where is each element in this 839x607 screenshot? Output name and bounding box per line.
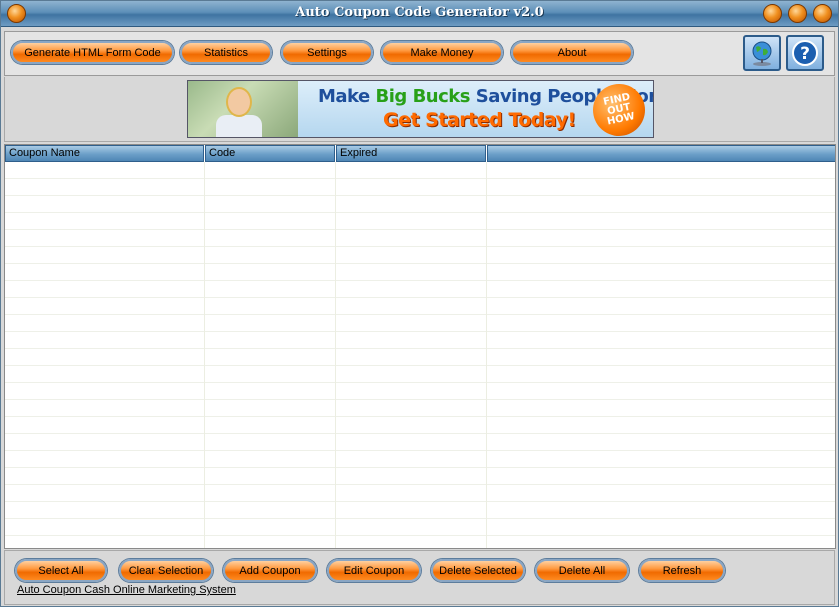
table-row[interactable] (5, 417, 835, 434)
table-header: Coupon Name Code Expired (5, 145, 835, 162)
top-toolbar: Generate HTML Form Code Statistics Setti… (4, 31, 835, 76)
help-icon: ? (792, 40, 818, 66)
column-header-coupon-name[interactable]: Coupon Name (5, 145, 204, 162)
help-button[interactable]: ? (786, 35, 824, 71)
table-row[interactable] (5, 400, 835, 417)
table-row[interactable] (5, 196, 835, 213)
globe-icon (752, 41, 772, 66)
minimize-icon[interactable] (763, 4, 782, 23)
banner-subline: Get Started Today! (383, 109, 576, 131)
table-row[interactable] (5, 349, 835, 366)
table-row[interactable] (5, 366, 835, 383)
table-row[interactable] (5, 281, 835, 298)
title-bar[interactable]: Auto Coupon Code Generator v2.0 (1, 1, 838, 27)
edit-coupon-button[interactable]: Edit Coupon (327, 559, 421, 582)
table-row[interactable] (5, 434, 835, 451)
action-bar: Select All Clear Selection Add Coupon Ed… (4, 550, 835, 605)
table-row[interactable] (5, 485, 835, 502)
window-title: Auto Coupon Code Generator v2.0 (295, 5, 544, 20)
coupon-table[interactable]: Coupon Name Code Expired (4, 144, 836, 549)
table-row[interactable] (5, 536, 835, 548)
column-header-blank[interactable] (487, 145, 835, 162)
table-row[interactable] (5, 332, 835, 349)
website-button[interactable] (743, 35, 781, 71)
select-all-button[interactable]: Select All (15, 559, 107, 582)
add-coupon-button[interactable]: Add Coupon (223, 559, 317, 582)
table-row[interactable] (5, 451, 835, 468)
statistics-button[interactable]: Statistics (180, 41, 272, 64)
ad-banner[interactable]: Make Big Bucks Saving People Money... Ge… (187, 80, 654, 138)
table-row[interactable] (5, 247, 835, 264)
table-row[interactable] (5, 162, 835, 179)
close-icon[interactable] (813, 4, 832, 23)
settings-button[interactable]: Settings (281, 41, 373, 64)
maximize-icon[interactable] (788, 4, 807, 23)
delete-all-button[interactable]: Delete All (535, 559, 629, 582)
table-row[interactable] (5, 264, 835, 281)
table-row[interactable] (5, 179, 835, 196)
table-row[interactable] (5, 213, 835, 230)
banner-area: Make Big Bucks Saving People Money... Ge… (4, 77, 835, 142)
table-row[interactable] (5, 468, 835, 485)
app-window: Auto Coupon Code Generator v2.0 Generate… (0, 0, 839, 607)
column-header-expired[interactable]: Expired (336, 145, 486, 162)
clear-selection-button[interactable]: Clear Selection (119, 559, 213, 582)
table-row[interactable] (5, 315, 835, 332)
banner-photo (188, 81, 298, 137)
refresh-button[interactable]: Refresh (639, 559, 725, 582)
svg-text:?: ? (800, 44, 810, 64)
table-row[interactable] (5, 519, 835, 536)
delete-selected-button[interactable]: Delete Selected (431, 559, 525, 582)
make-money-button[interactable]: Make Money (381, 41, 503, 64)
footer-link[interactable]: Auto Coupon Cash Online Marketing System (17, 584, 236, 596)
table-row[interactable] (5, 383, 835, 400)
table-row[interactable] (5, 298, 835, 315)
generate-html-form-code-button[interactable]: Generate HTML Form Code (11, 41, 174, 64)
table-row[interactable] (5, 230, 835, 247)
about-button[interactable]: About (511, 41, 633, 64)
column-header-code[interactable]: Code (205, 145, 335, 162)
table-row[interactable] (5, 502, 835, 519)
